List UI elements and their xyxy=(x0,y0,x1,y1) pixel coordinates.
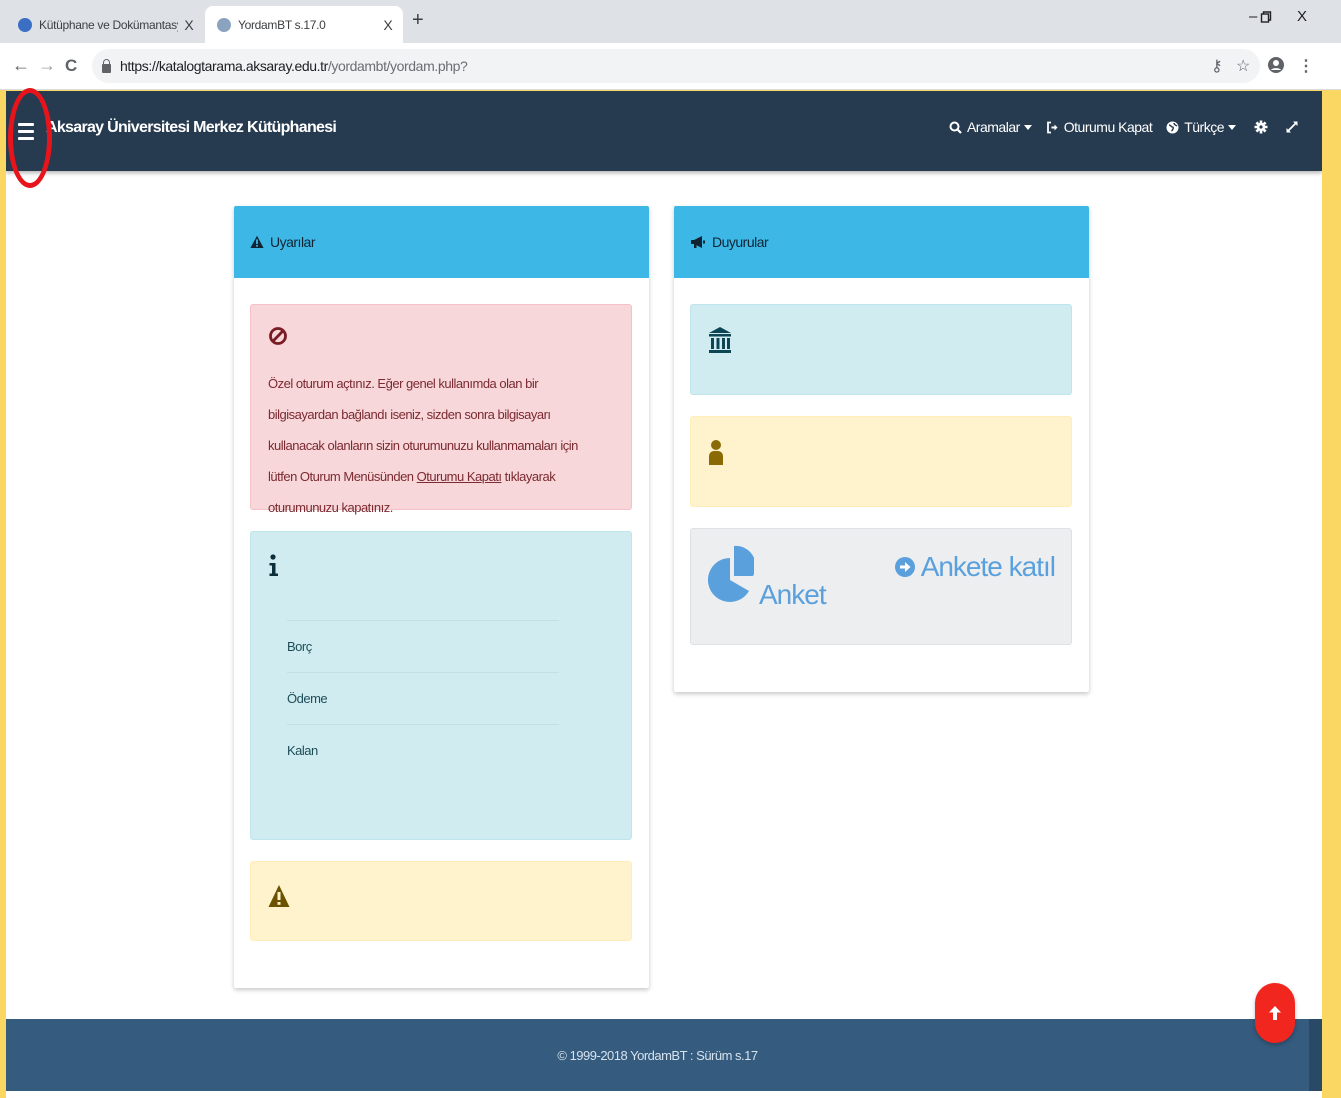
library-favicon-icon xyxy=(18,17,32,32)
debt-summary-list: Borç Ödeme Kalan xyxy=(287,620,559,776)
nav-searches-label: Aramalar xyxy=(966,119,1020,135)
browser-tab-bar: Kütüphane ve Dokümantasyon D X YordamBT … xyxy=(0,0,1341,43)
site-footer: © 1999-2018 YordamBT : Sürüm s.17 xyxy=(6,1019,1309,1091)
tab-close-button[interactable]: X xyxy=(377,17,399,33)
browser-tab-library[interactable]: Kütüphane ve Dokümantasyon D X xyxy=(6,6,204,43)
footer-copyright: © 1999-2018 YordamBT : Sürüm s.17 xyxy=(557,1047,758,1063)
site-title[interactable]: Aksaray Üniversitesi Merkez Kütüphanesi xyxy=(46,119,337,137)
private-session-text: Özel oturum açtınız. Eğer genel kullanım… xyxy=(268,376,578,484)
pie-chart-icon xyxy=(708,545,754,602)
globe-icon xyxy=(1166,121,1179,133)
lock-icon xyxy=(102,58,111,73)
warnings-title: Uyarılar xyxy=(270,234,316,250)
warning-alert xyxy=(250,861,632,941)
forward-button[interactable]: → xyxy=(38,55,56,76)
survey-alert: Anket Ankete katıl xyxy=(690,528,1072,645)
url-text: https://katalogtarama.aksaray.edu.tr/yor… xyxy=(120,58,468,74)
navbar-right: Aramalar Oturumu Kapat Türkçe xyxy=(935,119,1304,135)
library-announcement-alert xyxy=(690,304,1072,395)
reload-button[interactable]: C xyxy=(65,56,77,76)
debt-info-alert: Borç Ödeme Kalan xyxy=(250,531,632,840)
join-survey-link[interactable]: Ankete katıl xyxy=(894,551,1056,583)
ban-icon xyxy=(269,327,287,345)
new-tab-button[interactable]: + xyxy=(412,9,424,32)
arrow-circle-right-icon xyxy=(894,557,915,577)
browser-menu-icon[interactable]: ⋮ xyxy=(1298,56,1314,76)
nav-language-label: Türkçe xyxy=(1184,119,1224,135)
user-icon xyxy=(709,440,723,465)
minimize-button[interactable]: – xyxy=(1249,8,1257,25)
fullscreen-button[interactable] xyxy=(1285,120,1304,134)
scroll-to-top-button[interactable] xyxy=(1255,983,1295,1043)
chevron-down-icon xyxy=(1228,124,1236,130)
join-survey-label: Ankete katıl xyxy=(920,551,1056,582)
debt-row-odeme: Ödeme xyxy=(287,672,559,724)
back-button[interactable]: ← xyxy=(12,55,30,76)
warning-triangle-icon xyxy=(250,235,264,248)
url-path: /yordambt/yordam.php? xyxy=(327,58,468,74)
chevron-down-icon xyxy=(1023,124,1032,130)
bookmark-star-icon[interactable]: ☆ xyxy=(1236,56,1250,76)
hamburger-menu-icon[interactable] xyxy=(18,123,34,141)
profile-avatar-icon[interactable] xyxy=(1267,56,1285,79)
announcements-card-header: Duyurular xyxy=(674,206,1089,278)
nav-searches-dropdown[interactable]: Aramalar xyxy=(949,119,1032,135)
nav-logout-label: Oturumu Kapat xyxy=(1063,119,1153,135)
warning-triangle-icon xyxy=(268,885,290,907)
sign-out-icon xyxy=(1046,121,1058,133)
gear-icon xyxy=(1254,120,1268,134)
institution-icon xyxy=(709,327,731,353)
tab-title: Kütüphane ve Dokümantasyon D xyxy=(39,17,178,32)
search-icon xyxy=(949,121,962,134)
announcements-card: Duyurular Anket Ankete katıl xyxy=(674,206,1089,692)
window-close-button[interactable]: X xyxy=(1297,8,1307,25)
address-bar[interactable]: https://katalogtarama.aksaray.edu.tr/yor… xyxy=(92,49,1260,83)
user-announcement-alert xyxy=(690,416,1072,507)
debt-row-borc: Borç xyxy=(287,620,559,672)
browser-tab-yordambt[interactable]: YordamBT s.17.0 X xyxy=(205,6,403,43)
warnings-card: Uyarılar Özel oturum açtınız. Eğer genel… xyxy=(234,206,649,988)
bullhorn-icon xyxy=(691,236,705,248)
key-icon[interactable]: ⚷ xyxy=(1211,56,1223,76)
debt-row-kalan: Kalan xyxy=(287,724,559,776)
info-icon xyxy=(269,554,278,576)
expand-icon xyxy=(1286,121,1298,133)
restore-button[interactable] xyxy=(1260,8,1272,25)
settings-button[interactable] xyxy=(1254,120,1273,134)
nav-language-dropdown[interactable]: Türkçe xyxy=(1166,119,1236,135)
logout-link[interactable]: Oturumu Kapatı xyxy=(417,469,502,484)
tab-close-button[interactable]: X xyxy=(178,17,200,33)
profile-icon xyxy=(1268,57,1284,73)
page-viewport: Aksaray Üniversitesi Merkez Kütüphanesi … xyxy=(6,91,1322,1098)
private-session-message: Özel oturum açtınız. Eğer genel kullanım… xyxy=(268,368,588,523)
footer-edge xyxy=(1309,1019,1322,1091)
browser-toolbar: ← → C https://katalogtarama.aksaray.edu.… xyxy=(0,43,1341,90)
arrow-up-icon xyxy=(1269,1006,1281,1020)
url-host: https://katalogtarama.aksaray.edu.tr xyxy=(120,58,328,74)
survey-label: Anket xyxy=(759,579,827,610)
warnings-card-header: Uyarılar xyxy=(234,206,649,278)
nav-logout[interactable]: Oturumu Kapat xyxy=(1046,119,1153,135)
announcements-title: Duyurular xyxy=(712,234,769,250)
restore-icon xyxy=(1260,11,1272,23)
site-navbar: Aksaray Üniversitesi Merkez Kütüphanesi … xyxy=(6,91,1322,171)
globe-favicon-icon xyxy=(217,17,231,32)
private-session-alert: Özel oturum açtınız. Eğer genel kullanım… xyxy=(250,304,632,515)
tab-title: YordamBT s.17.0 xyxy=(238,17,326,32)
